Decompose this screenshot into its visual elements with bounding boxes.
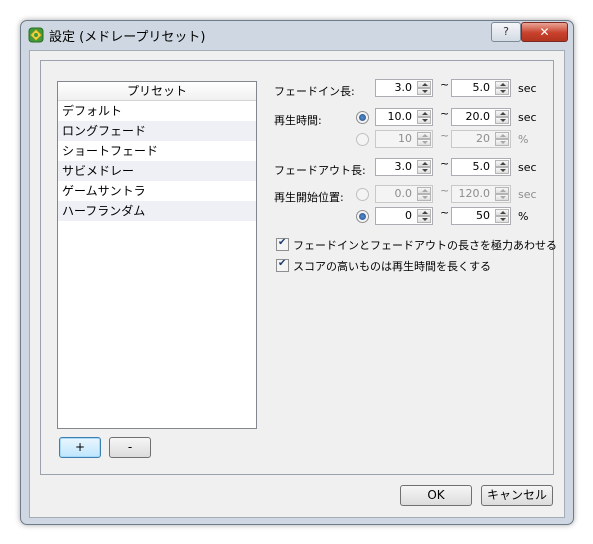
preset-list-header: プリセット bbox=[58, 82, 256, 101]
help-button[interactable]: ? bbox=[491, 22, 521, 42]
start-pos-label: 再生開始位置: bbox=[274, 191, 344, 204]
preset-item-chorus-medley[interactable]: サビメドレー bbox=[58, 161, 256, 181]
start-pos-min-sec-spin[interactable]: 0.0 bbox=[375, 185, 433, 203]
play-time-sec-radio[interactable] bbox=[356, 111, 369, 124]
match-fade-checkbox[interactable] bbox=[276, 237, 289, 251]
add-preset-button[interactable]: + bbox=[59, 437, 101, 458]
play-time-label: 再生時間: bbox=[274, 114, 322, 127]
play-time-pct-radio[interactable] bbox=[356, 133, 369, 146]
play-time-max-sec-spin[interactable]: 20.0 bbox=[451, 108, 511, 126]
ok-button[interactable]: OK bbox=[400, 485, 472, 506]
spin-down-icon[interactable] bbox=[417, 88, 431, 95]
spin-down-icon[interactable] bbox=[495, 216, 509, 223]
start-pos-pct-unit: % bbox=[518, 210, 529, 223]
start-pos-sec-unit: sec bbox=[518, 188, 537, 201]
fade-in-min-value[interactable]: 3.0 bbox=[376, 80, 415, 96]
start-pos-min-sec-value[interactable]: 0.0 bbox=[376, 186, 415, 202]
spin-down-icon[interactable] bbox=[495, 167, 509, 174]
play-time-max-sec-value[interactable]: 20.0 bbox=[452, 109, 493, 125]
play-time-min-pct-value[interactable]: 10 bbox=[376, 131, 415, 147]
preset-list[interactable]: プリセット デフォルト ロングフェード ショートフェード サビメドレー ゲームサ… bbox=[57, 81, 257, 429]
preset-item-long-fade[interactable]: ロングフェード bbox=[58, 121, 256, 141]
range-tilde: ~ bbox=[440, 184, 450, 197]
fade-in-max-value[interactable]: 5.0 bbox=[452, 80, 493, 96]
spin-down-icon[interactable] bbox=[495, 117, 509, 124]
settings-dialog: 設定 (メドレープリセット) ? ✕ プリセット デフォルト ロングフェード シ… bbox=[20, 20, 574, 525]
spin-up-icon[interactable] bbox=[417, 160, 431, 167]
range-tilde: ~ bbox=[440, 78, 450, 91]
fade-in-max-spin[interactable]: 5.0 bbox=[451, 79, 511, 97]
start-pos-max-pct-spin[interactable]: 50 bbox=[451, 207, 511, 225]
fade-out-max-value[interactable]: 5.0 bbox=[452, 159, 493, 175]
range-tilde: ~ bbox=[440, 206, 450, 219]
fade-in-min-spin[interactable]: 3.0 bbox=[375, 79, 433, 97]
spin-up-icon[interactable] bbox=[417, 110, 431, 117]
spin-down-icon[interactable] bbox=[495, 88, 509, 95]
spin-down-icon[interactable] bbox=[417, 216, 431, 223]
match-fade-label[interactable]: フェードインとフェードアウトの長さを極力あわせる bbox=[293, 237, 557, 253]
cancel-button[interactable]: キャンセル bbox=[481, 485, 553, 506]
play-time-max-pct-value[interactable]: 20 bbox=[452, 131, 493, 147]
spin-down-icon[interactable] bbox=[495, 139, 509, 146]
play-time-pct-unit: % bbox=[518, 133, 529, 146]
fade-out-label: フェードアウト長: bbox=[274, 164, 366, 177]
fade-out-unit: sec bbox=[518, 161, 537, 174]
preset-item-short-fade[interactable]: ショートフェード bbox=[58, 141, 256, 161]
start-pos-min-pct-spin[interactable]: 0 bbox=[375, 207, 433, 225]
spin-up-icon[interactable] bbox=[495, 160, 509, 167]
play-time-min-sec-spin[interactable]: 10.0 bbox=[375, 108, 433, 126]
title-bar[interactable]: 設定 (メドレープリセット) ? ✕ bbox=[21, 21, 573, 49]
start-pos-min-pct-value[interactable]: 0 bbox=[376, 208, 415, 224]
dialog-body: プリセット デフォルト ロングフェード ショートフェード サビメドレー ゲームサ… bbox=[29, 50, 565, 518]
fade-out-min-spin[interactable]: 3.0 bbox=[375, 158, 433, 176]
longer-for-high-score-checkbox[interactable] bbox=[276, 258, 289, 272]
longer-for-high-score-label[interactable]: スコアの高いものは再生時間を長くする bbox=[293, 258, 491, 274]
spin-up-icon[interactable] bbox=[495, 110, 509, 117]
fade-in-unit: sec bbox=[518, 82, 537, 95]
start-pos-max-sec-value[interactable]: 120.0 bbox=[452, 186, 493, 202]
play-time-min-sec-value[interactable]: 10.0 bbox=[376, 109, 415, 125]
fade-in-label: フェードイン長: bbox=[274, 85, 355, 98]
spin-down-icon[interactable] bbox=[417, 117, 431, 124]
settings-group: プリセット デフォルト ロングフェード ショートフェード サビメドレー ゲームサ… bbox=[40, 60, 557, 475]
start-pos-pct-radio[interactable] bbox=[356, 210, 369, 223]
spin-up-icon[interactable] bbox=[495, 132, 509, 139]
range-tilde: ~ bbox=[440, 157, 450, 170]
spin-up-icon[interactable] bbox=[417, 81, 431, 88]
preset-item-default[interactable]: デフォルト bbox=[58, 101, 256, 121]
spin-down-icon[interactable] bbox=[417, 139, 431, 146]
fade-out-max-spin[interactable]: 5.0 bbox=[451, 158, 511, 176]
spin-up-icon[interactable] bbox=[417, 209, 431, 216]
spin-up-icon[interactable] bbox=[417, 187, 431, 194]
play-time-sec-unit: sec bbox=[518, 111, 537, 124]
app-icon bbox=[28, 27, 44, 43]
range-tilde: ~ bbox=[440, 129, 450, 142]
spin-down-icon[interactable] bbox=[417, 194, 431, 201]
range-tilde: ~ bbox=[440, 107, 450, 120]
spin-down-icon[interactable] bbox=[495, 194, 509, 201]
spin-up-icon[interactable] bbox=[495, 187, 509, 194]
spin-up-icon[interactable] bbox=[417, 132, 431, 139]
start-pos-max-sec-spin[interactable]: 120.0 bbox=[451, 185, 511, 203]
remove-preset-button[interactable]: - bbox=[109, 437, 151, 458]
spin-up-icon[interactable] bbox=[495, 209, 509, 216]
start-pos-sec-radio[interactable] bbox=[356, 188, 369, 201]
fade-out-min-value[interactable]: 3.0 bbox=[376, 159, 415, 175]
play-time-max-pct-spin[interactable]: 20 bbox=[451, 130, 511, 148]
close-button[interactable]: ✕ bbox=[521, 22, 568, 42]
start-pos-max-pct-value[interactable]: 50 bbox=[452, 208, 493, 224]
play-time-min-pct-spin[interactable]: 10 bbox=[375, 130, 433, 148]
preset-item-half-random[interactable]: ハーフランダム bbox=[58, 201, 256, 221]
window-title: 設定 (メドレープリセット) bbox=[49, 30, 206, 45]
preset-item-game-soundtrack[interactable]: ゲームサントラ bbox=[58, 181, 256, 201]
spin-up-icon[interactable] bbox=[495, 81, 509, 88]
spin-down-icon[interactable] bbox=[417, 167, 431, 174]
